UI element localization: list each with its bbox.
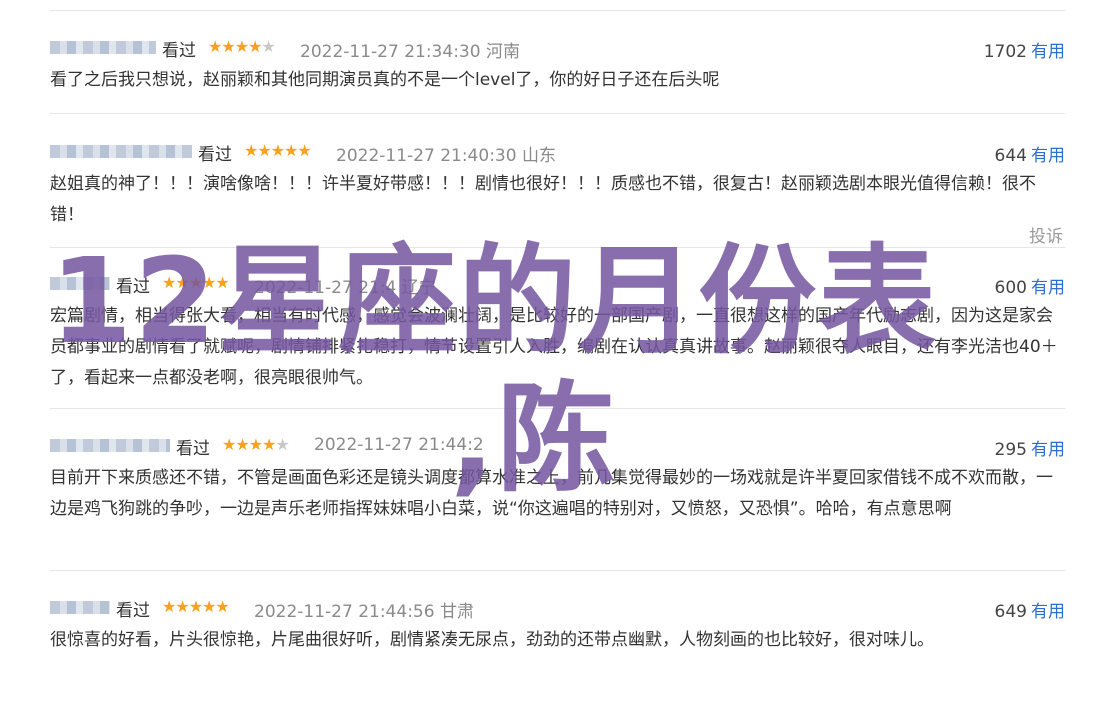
vote-count: 600 (994, 278, 1027, 298)
vote-count: 295 (994, 440, 1027, 460)
useful-button[interactable]: 有用 (1031, 146, 1065, 166)
review-meta: 看过 ★★★★★ 2022-11-27 21:34:30 河南 1702 有用 (50, 35, 1065, 62)
vote-count: 1702 (983, 42, 1027, 62)
review-meta: 看过 ★★★★★ 2022-11-27 21:4 辽宁 600 有用 (50, 271, 1065, 298)
divider (50, 570, 1065, 571)
rating-stars: ★★★★★ (162, 597, 230, 616)
review-text: 看了之后我只想说，赵丽颖和其他同期演员真的不是一个level了，你的好日子还在后… (50, 70, 720, 90)
rating-stars: ★★★★★ (244, 141, 312, 160)
useful-button[interactable]: 有用 (1031, 440, 1065, 460)
review-list-page: 看过 ★★★★★ 2022-11-27 21:34:30 河南 1702 有用 看… (0, 0, 1118, 701)
useful-button[interactable]: 有用 (1031, 42, 1065, 62)
rating-stars: ★★★★★ (222, 435, 290, 454)
report-link[interactable]: 投诉 (1029, 222, 1063, 247)
useful-button[interactable]: 有用 (1031, 602, 1065, 622)
review-item: 看过 ★★★★★ 2022-11-27 21:40:30 山东 644 有用 赵姐… (50, 139, 1065, 231)
watched-label: 看过 (198, 145, 232, 165)
review-time: 2022-11-27 21:40:30 山东 (336, 146, 556, 166)
watched-label: 看过 (116, 277, 150, 297)
review-text: 宏篇剧情，相当得张大看，相当有时代感，感觉会波澜壮阔，是比较好的一部国产剧，一直… (50, 306, 1058, 388)
review-meta: 看过 ★★★★★ 2022-11-27 21:44:2 295 有用 (50, 433, 1065, 460)
vote-count: 644 (994, 146, 1027, 166)
review-text: 目前开下来质感还不错，不管是画面色彩还是镜头调度都算水准之上，前几集觉得最妙的一… (50, 468, 1053, 519)
useful-votes: 1702 有用 (984, 37, 1065, 62)
rating-stars: ★★★★★ (162, 273, 230, 292)
user-avatar-name-blurred[interactable] (50, 41, 156, 54)
vote-count: 649 (994, 602, 1027, 622)
review-time: 2022-11-27 21:44:56 甘肃 (254, 602, 474, 622)
watched-label: 看过 (116, 601, 150, 621)
review-text: 很惊喜的好看，片头很惊艳，片尾曲很好听，剧情紧凑无尿点，劲劲的还带点幽默，人物刻… (50, 630, 934, 650)
review-time: 2022-11-27 21:4 辽宁 (254, 278, 436, 298)
review-meta: 看过 ★★★★★ 2022-11-27 21:40:30 山东 644 有用 (50, 139, 1065, 166)
useful-votes: 600 有用 (995, 273, 1065, 298)
review-time: 2022-11-27 21:44:2 (314, 435, 484, 455)
review-meta: 看过 ★★★★★ 2022-11-27 21:44:56 甘肃 649 有用 (50, 595, 1065, 622)
useful-votes: 295 有用 (995, 435, 1065, 460)
review-item: 看过 ★★★★★ 2022-11-27 21:44:2 295 有用 目前开下来质… (50, 433, 1065, 525)
watched-label: 看过 (162, 41, 196, 61)
review-time: 2022-11-27 21:34:30 河南 (300, 42, 520, 62)
watched-label: 看过 (176, 439, 210, 459)
divider (50, 113, 1065, 114)
review-item: 看过 ★★★★★ 2022-11-27 21:34:30 河南 1702 有用 看… (50, 35, 1065, 96)
user-avatar-name-blurred[interactable] (50, 601, 110, 614)
review-item: 看过 ★★★★★ 2022-11-27 21:4 辽宁 600 有用 宏篇剧情，相… (50, 271, 1065, 394)
user-avatar-name-blurred[interactable] (50, 145, 192, 158)
rating-stars: ★★★★★ (208, 37, 276, 56)
useful-votes: 644 有用 (995, 141, 1065, 166)
review-text: 赵姐真的神了！！！演啥像啥！！！许半夏好带感！！！剧情也很好！！！质感也不错，很… (50, 174, 1036, 225)
useful-votes: 649 有用 (995, 597, 1065, 622)
useful-button[interactable]: 有用 (1031, 278, 1065, 298)
user-avatar-name-blurred[interactable] (50, 439, 170, 452)
user-avatar-name-blurred[interactable] (50, 277, 110, 290)
divider (50, 247, 1065, 248)
divider (50, 10, 1065, 11)
review-item: 看过 ★★★★★ 2022-11-27 21:44:56 甘肃 649 有用 很惊… (50, 595, 1065, 656)
divider (50, 408, 1065, 409)
